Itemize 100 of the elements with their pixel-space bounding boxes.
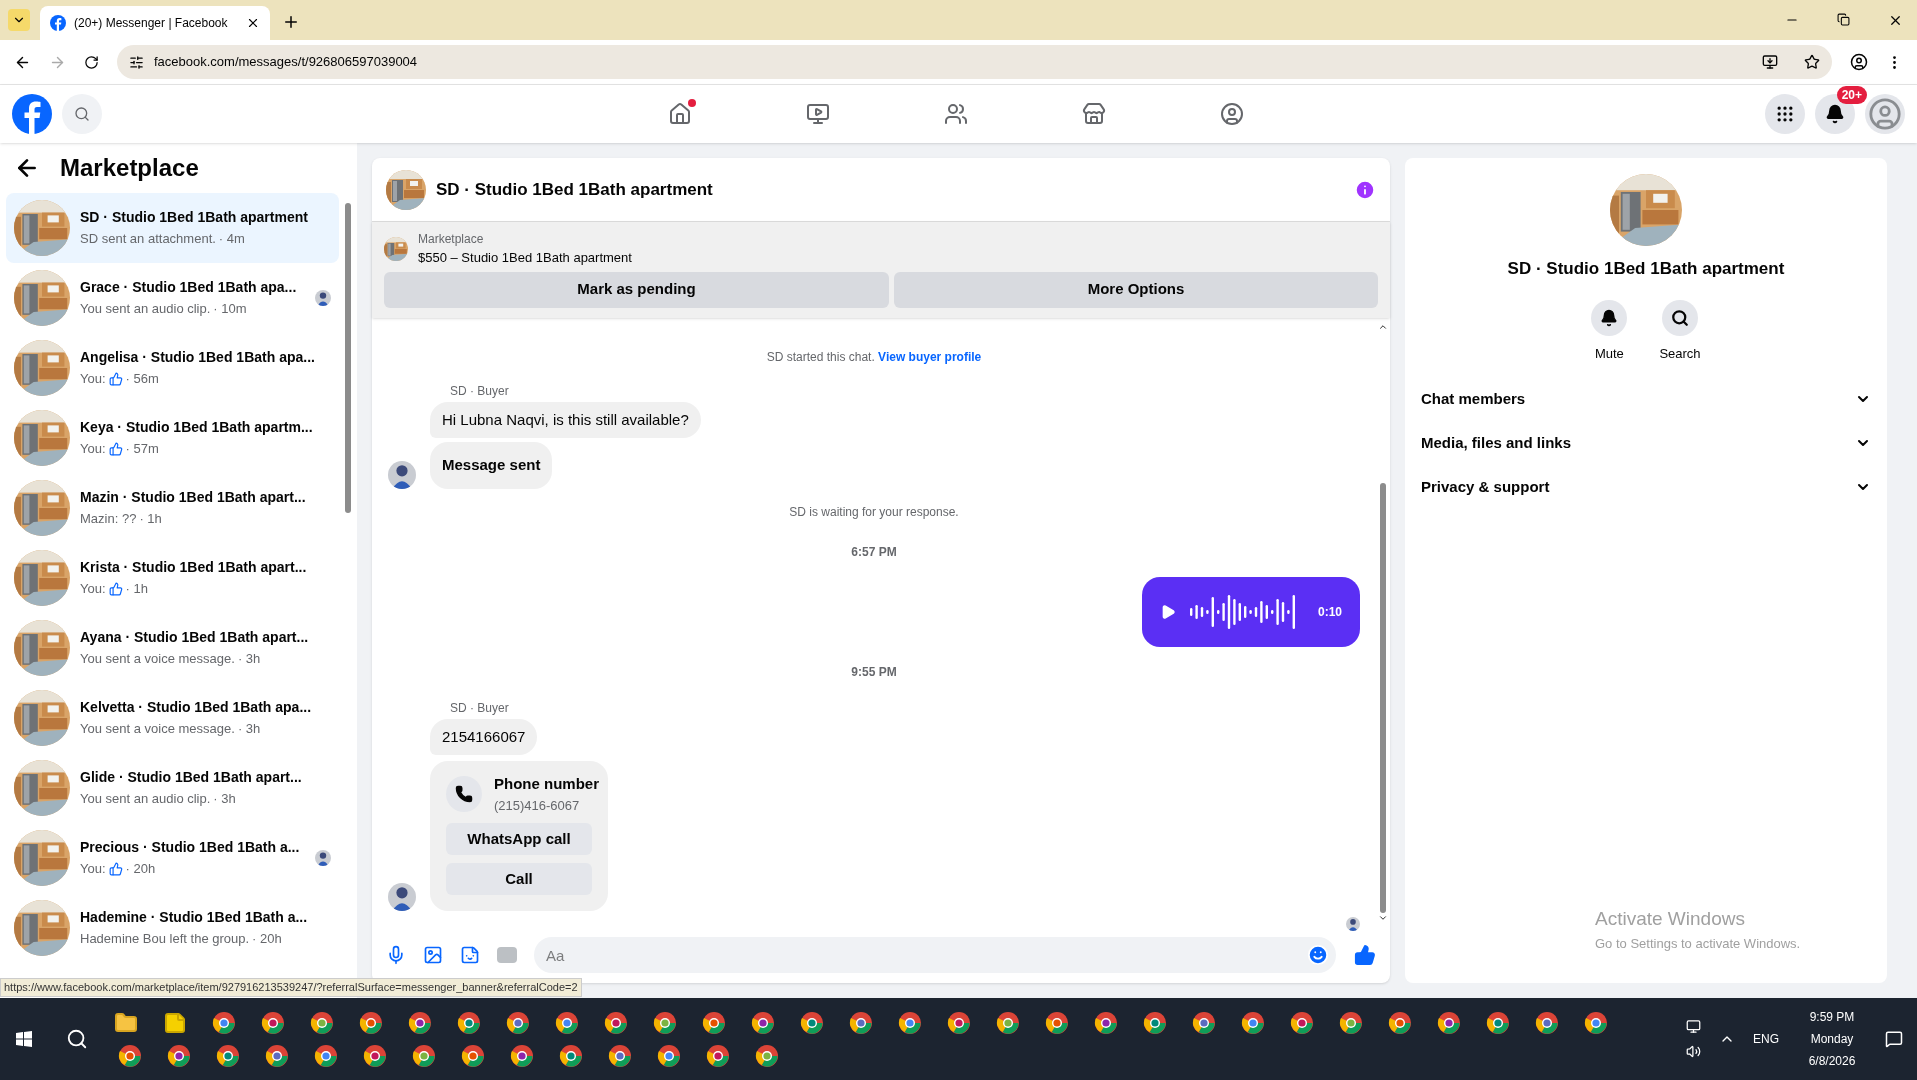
conversation-item[interactable]: Hademine · Studio 1Bed 1Bath a... Hademine Bou left the group. · 20h [6,893,339,963]
conversation-item[interactable]: Glide · Studio 1Bed 1Bath apart... You sent an audio clip. · 3h [6,753,339,823]
conversation-item[interactable]: Kelvetta · Studio 1Bed 1Bath apa... You sent a voice message. · 3h [6,683,339,753]
close-icon[interactable] [246,16,260,30]
sticker-icon[interactable] [460,945,480,965]
scroll-down-icon[interactable] [1378,913,1388,923]
conversation-item[interactable]: Precious · Studio 1Bed 1Bath a... You: · 20h [6,823,339,893]
new-tab-icon[interactable] [282,13,300,31]
conversation-item[interactable]: SD · Studio 1Bed 1Bath apartment SD sent an attachment. · 4m [6,193,339,263]
buyer-profile-link[interactable]: View buyer profile [878,349,982,364]
browser-icon[interactable] [1486,1010,1510,1035]
search-button[interactable] [62,94,102,134]
conversation-item[interactable]: Krista · Studio 1Bed 1Bath apart... You: · 1h [6,543,339,613]
language-indicator[interactable]: ENG [1753,1030,1779,1048]
facebook-logo-icon[interactable] [12,94,52,134]
reload-icon[interactable] [84,54,99,70]
browser-icon[interactable] [559,1043,583,1068]
browser-icon[interactable] [1094,1010,1118,1035]
conversation-item[interactable]: Keya · Studio 1Bed 1Bath apartm... You: · 57m [6,403,339,473]
call-button[interactable]: WhatsApp call [446,823,592,855]
browser-icon[interactable] [1437,1010,1461,1035]
search-icon [1671,308,1689,327]
browser-icon[interactable] [608,1043,632,1068]
browser-icon[interactable] [506,1010,530,1035]
browser-icon[interactable] [1241,1010,1265,1035]
tab-list-button[interactable] [8,9,30,31]
browser-icon[interactable] [261,1010,285,1035]
browser-icon[interactable] [1045,1010,1069,1035]
browser-icon[interactable] [1143,1010,1167,1035]
browser-icon[interactable] [310,1010,334,1035]
browser-icon[interactable] [216,1043,240,1068]
profile-icon[interactable] [1850,53,1868,71]
windows-logo-icon[interactable] [16,1031,32,1047]
browser-tab[interactable]: (20+) Messenger | Facebook [40,6,270,40]
info-icon[interactable] [1354,178,1376,201]
browser-icon[interactable] [604,1010,628,1035]
close-window-icon[interactable] [1888,13,1903,28]
browser-icon[interactable] [1339,1010,1363,1035]
restore-icon[interactable] [1837,13,1850,26]
browser-icon[interactable] [118,1043,142,1068]
listing-action-button[interactable]: Mark as pending [384,271,889,308]
browser-icon[interactable] [314,1043,338,1068]
message-field[interactable]: Aa [534,937,1336,973]
browser-icon[interactable] [408,1010,432,1035]
browser-icon[interactable] [653,1010,677,1035]
section-header[interactable]: Chat members [1413,377,1879,421]
browser-icon[interactable] [947,1010,971,1035]
search-icon[interactable] [66,1028,88,1050]
browser-icon[interactable] [359,1010,383,1035]
browser-icon[interactable] [706,1043,730,1068]
browser-icon[interactable] [657,1043,681,1068]
profile-action[interactable]: Search [1659,299,1701,363]
network-icon[interactable] [1686,1019,1701,1034]
section-header[interactable]: Privacy & support [1413,465,1879,509]
browser-icon[interactable] [265,1043,289,1068]
bookmark-icon[interactable] [1804,54,1820,70]
site-info-icon[interactable] [129,54,144,70]
browser-icon[interactable] [457,1010,481,1035]
conversation-item[interactable]: Angelisa · Studio 1Bed 1Bath apa... You: · 56m [6,333,339,403]
browser-icon[interactable] [461,1043,485,1068]
browser-icon[interactable] [849,1010,873,1035]
browser-icon[interactable] [996,1010,1020,1035]
browser-icon[interactable] [1388,1010,1412,1035]
browser-icon[interactable] [510,1043,534,1068]
browser-icon[interactable] [555,1010,579,1035]
browser-icon[interactable] [167,1043,191,1068]
browser-icon[interactable] [212,1010,236,1035]
browser-icon[interactable] [1584,1010,1608,1035]
conversation-item[interactable]: Ayana · Studio 1Bed 1Bath apart... You sent a voice message. · 3h [6,613,339,683]
browser-icon[interactable] [755,1043,779,1068]
browser-icon[interactable] [1535,1010,1559,1035]
volume-icon[interactable] [1686,1044,1701,1059]
scrollbar[interactable] [1380,483,1386,913]
listing-title[interactable]: $550 – Studio 1Bed 1Bath apartment [418,248,632,268]
browser-icon[interactable] [1192,1010,1216,1035]
browser-icon[interactable] [702,1010,726,1035]
microphone-icon[interactable] [386,945,406,965]
browser-icon[interactable] [363,1043,387,1068]
notifications-icon[interactable] [1885,1030,1903,1048]
browser-icon[interactable] [751,1010,775,1035]
voice-message[interactable]: 0:10 [1142,576,1360,647]
browser-icon[interactable] [800,1010,824,1035]
call-button[interactable]: Call [446,863,592,895]
conversation-item[interactable]: Grace · Studio 1Bed 1Bath apa... You sent an audio clip. · 10m [6,263,339,333]
install-icon[interactable] [1762,54,1778,70]
note-icon[interactable] [163,1010,187,1035]
browser-icon[interactable] [898,1010,922,1035]
section-header[interactable]: Media, files and links [1413,421,1879,465]
like-icon[interactable] [1354,944,1376,966]
browser-icon[interactable] [1290,1010,1314,1035]
play-icon[interactable] [1160,603,1176,620]
scrollbar[interactable] [345,203,351,513]
account-button[interactable] [1865,94,1905,134]
menu-button[interactable] [1765,94,1805,134]
folder-icon[interactable] [114,1010,138,1035]
address-field[interactable]: facebook.com/messages/t/926806597039004 [117,45,1832,79]
browser-icon[interactable] [412,1043,436,1068]
image-icon[interactable] [423,945,443,965]
conversation-item[interactable]: Mazin · Studio 1Bed 1Bath apart... Mazin: ?? · 1h [6,473,339,543]
listing-action-button[interactable]: More Options [894,271,1378,308]
